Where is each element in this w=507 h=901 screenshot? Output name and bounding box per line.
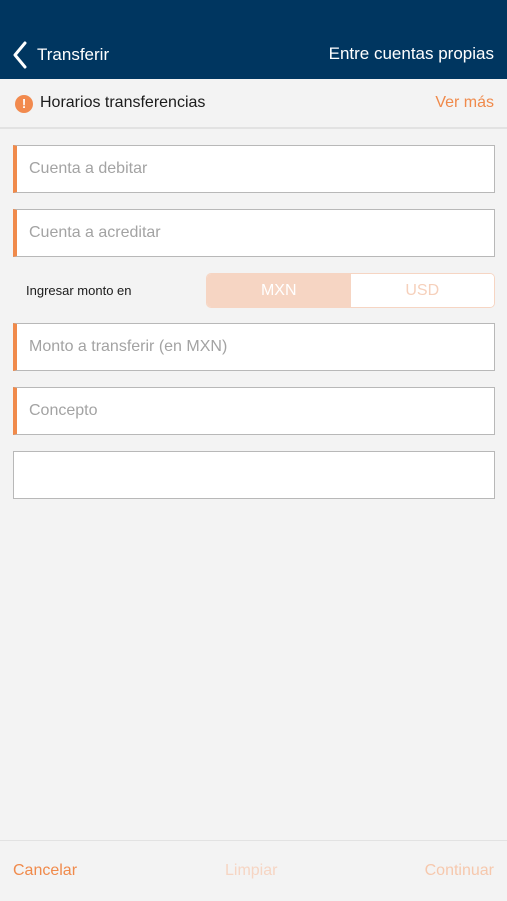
debit-account-field[interactable] xyxy=(13,145,495,193)
extra-input[interactable] xyxy=(14,452,494,498)
chevron-left-icon xyxy=(13,41,27,69)
back-label: Transferir xyxy=(37,45,110,64)
back-button[interactable]: Transferir xyxy=(12,40,109,70)
continue-button[interactable]: Continuar xyxy=(425,862,494,880)
concept-field[interactable] xyxy=(13,387,495,435)
currency-option-usd[interactable]: USD xyxy=(350,274,494,307)
currency-toggle[interactable]: MXN USD xyxy=(206,273,495,308)
extra-field[interactable] xyxy=(13,451,495,499)
header-bar: Transferir Entre cuentas propias xyxy=(0,0,507,79)
info-icon: ! xyxy=(15,95,33,113)
amount-input[interactable] xyxy=(17,324,494,370)
cancel-button[interactable]: Cancelar xyxy=(13,862,77,880)
debit-account-input[interactable] xyxy=(17,146,494,192)
amount-currency-label: Ingresar monto en xyxy=(26,283,132,298)
transfer-schedule-banner: ! Horarios transferencias Ver más xyxy=(0,79,507,129)
amount-field[interactable] xyxy=(13,323,495,371)
clear-button[interactable]: Limpiar xyxy=(225,862,277,880)
footer-actions: Cancelar Limpiar Continuar xyxy=(0,840,507,901)
banner-text: Horarios transferencias xyxy=(40,94,206,111)
page-title: Entre cuentas propias xyxy=(328,44,494,63)
currency-option-mxn[interactable]: MXN xyxy=(207,274,351,307)
concept-input[interactable] xyxy=(17,388,494,434)
see-more-link[interactable]: Ver más xyxy=(435,94,494,112)
credit-account-input[interactable] xyxy=(17,210,494,256)
credit-account-field[interactable] xyxy=(13,209,495,257)
